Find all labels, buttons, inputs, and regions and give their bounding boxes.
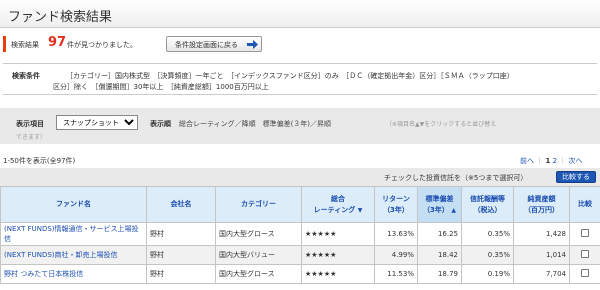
table-row: 野村 つみたて日本株投信 野村 国内大型グロース ★★★★★ 11.53% 18… (0, 264, 600, 284)
category-cell: 国内大型グロース (215, 222, 302, 246)
result-label: 検索結果 (11, 41, 39, 49)
table-header-row: ファンド名 会社名 カテゴリー 総合 レーティング ▼ リターン （3年） 標準… (0, 186, 600, 223)
category-cell: 国内大型バリュー (215, 245, 302, 265)
result-summary: 検索結果 97 件が見つかりました。 条件設定画面に戻る (0, 34, 600, 56)
compare-cell (569, 245, 600, 265)
compare-text: チェックした投資信託を（※5つまで選択可） (384, 174, 528, 182)
header-stdev-line1: 標準偏差 (425, 194, 454, 203)
fund-name-cell: (NEXT FUNDS)情報通信・サービス上場投信 (0, 222, 147, 246)
table-row: (NEXT FUNDS)情報通信・サービス上場投信 野村 国内大型グロース ★★… (0, 222, 600, 246)
return-cell: 11.53% (374, 264, 418, 284)
fee-cell: 0.19% (461, 264, 514, 284)
header-assets[interactable]: 純資産額 （百万円） (513, 186, 570, 223)
sort-hint-cont: できます） (16, 134, 47, 141)
rating-cell: ★★★★★ (301, 264, 375, 284)
back-button-label: 条件設定画面に戻る (175, 41, 238, 49)
page-title: ファンド検索結果 (8, 10, 113, 25)
sort-hint: （※項目名▲▼をクリックすると並び替え (386, 121, 497, 128)
rating-cell: ★★★★★ (301, 245, 375, 265)
fund-name-cell: (NEXT FUNDS)商社・卸売上場投信 (0, 245, 147, 265)
conditions-label: 検索条件 (12, 72, 40, 80)
category-cell: 国内大型グロース (215, 264, 302, 284)
result-suffix: 件が見つかりました。 (67, 41, 137, 49)
fund-link[interactable]: (NEXT FUNDS)商社・卸売上場投信 (4, 251, 118, 259)
header-fund[interactable]: ファンド名 (0, 186, 147, 223)
compare-cell (569, 264, 600, 284)
result-count: 97 (48, 35, 67, 50)
pager-prev-link[interactable]: 前へ (520, 157, 534, 165)
header-rating-line2: レーティング (313, 205, 356, 214)
fee-cell: 0.35% (461, 222, 514, 246)
pager-separator: ｜ (536, 157, 544, 165)
company-cell: 野村 (146, 222, 216, 246)
conditions-line-1: ［カテゴリー］国内株式型 ［決算頻度］一年ごと ［インデックスファンド区分］のみ… (66, 72, 514, 80)
return-cell: 4.99% (374, 245, 418, 265)
compare-checkbox[interactable] (581, 250, 589, 258)
header-stdev[interactable]: 標準偏差 （3年） ▲ (417, 186, 462, 223)
fund-table: ファンド名 会社名 カテゴリー 総合 レーティング ▼ リターン （3年） 標準… (0, 186, 600, 284)
assets-cell: 1,428 (513, 222, 570, 246)
header-return[interactable]: リターン （3年） (374, 186, 418, 223)
header-rating-line1: 総合 (331, 194, 345, 203)
company-cell: 野村 (146, 245, 216, 265)
compare-cell (569, 222, 600, 246)
arrow-right-icon (247, 40, 258, 49)
result-range: 1-50件を表示(全97件) (3, 157, 76, 165)
header-stdev-line2: （3年） (423, 205, 449, 214)
pager-page-1: 1 (545, 157, 551, 165)
pager-next-link[interactable]: 次へ (569, 157, 583, 165)
assets-cell: 7,704 (513, 264, 570, 284)
display-items-select[interactable]: スナップショット (56, 115, 138, 130)
fee-cell: 0.35% (461, 245, 514, 265)
stdev-cell: 18.42 (417, 245, 462, 265)
header-company[interactable]: 会社名 (146, 186, 216, 223)
return-cell: 13.63% (374, 222, 418, 246)
fund-link[interactable]: (NEXT FUNDS)情報通信・サービス上場投信 (4, 225, 139, 243)
fund-name-cell: 野村 つみたて日本株投信 (0, 264, 147, 284)
sort-desc-icon[interactable]: ▼ (358, 207, 363, 214)
pager-separator: ｜ (559, 157, 567, 165)
conditions-line-2: 区分］除く ［償還期間］30年以上 ［純資産総額］1000百万円以上 (53, 83, 269, 91)
header-fee-line1: 信託報酬等 (470, 194, 505, 203)
fund-link[interactable]: 野村 つみたて日本株投信 (4, 270, 83, 278)
header-fee-line2: （税込） (473, 205, 502, 214)
compare-checkbox[interactable] (581, 269, 589, 277)
stdev-cell: 18.79 (417, 264, 462, 284)
display-order-label: 表示順 (150, 120, 171, 128)
header-compare: 比較 (569, 186, 600, 223)
header-fee[interactable]: 信託報酬等 （税込） (461, 186, 514, 223)
pagination: 前へ ｜ 1 2 ｜ 次へ (520, 156, 583, 166)
search-conditions: 検索条件 ［カテゴリー］国内株式型 ［決算頻度］一年ごと ［インデックスファンド… (3, 63, 597, 95)
header-assets-line1: 純資産額 (527, 194, 556, 203)
title-bar: ファンド検索結果 (0, 0, 600, 28)
company-cell: 野村 (146, 264, 216, 284)
header-return-line2: （3年） (383, 205, 409, 214)
pager-page-2-link[interactable]: 2 (553, 157, 557, 165)
header-assets-line2: （百万円） (524, 205, 559, 214)
compare-button[interactable]: 比較する (556, 171, 596, 183)
assets-cell: 1,014 (513, 245, 570, 265)
back-to-conditions-button[interactable]: 条件設定画面に戻る (166, 36, 262, 52)
display-order-value: 総合レーティング／降順 標準偏差(３年)／昇順 (179, 120, 332, 128)
header-return-line1: リターン (382, 194, 410, 203)
rating-cell: ★★★★★ (301, 222, 375, 246)
compare-bar: チェックした投資信託を（※5つまで選択可） 比較する (0, 168, 600, 186)
header-rating[interactable]: 総合 レーティング ▼ (301, 186, 375, 223)
header-category[interactable]: カテゴリー (215, 186, 302, 223)
compare-checkbox[interactable] (581, 229, 589, 237)
stdev-cell: 16.25 (417, 222, 462, 246)
sort-asc-icon[interactable]: ▲ (451, 207, 456, 214)
result-accent-bar (3, 36, 6, 52)
display-items-label: 表示項目 (16, 120, 44, 128)
table-row: (NEXT FUNDS)商社・卸売上場投信 野村 国内大型バリュー ★★★★★ … (0, 245, 600, 265)
display-settings: 表示項目 スナップショット 表示順 総合レーティング／降順 標準偏差(３年)／昇… (0, 108, 600, 144)
